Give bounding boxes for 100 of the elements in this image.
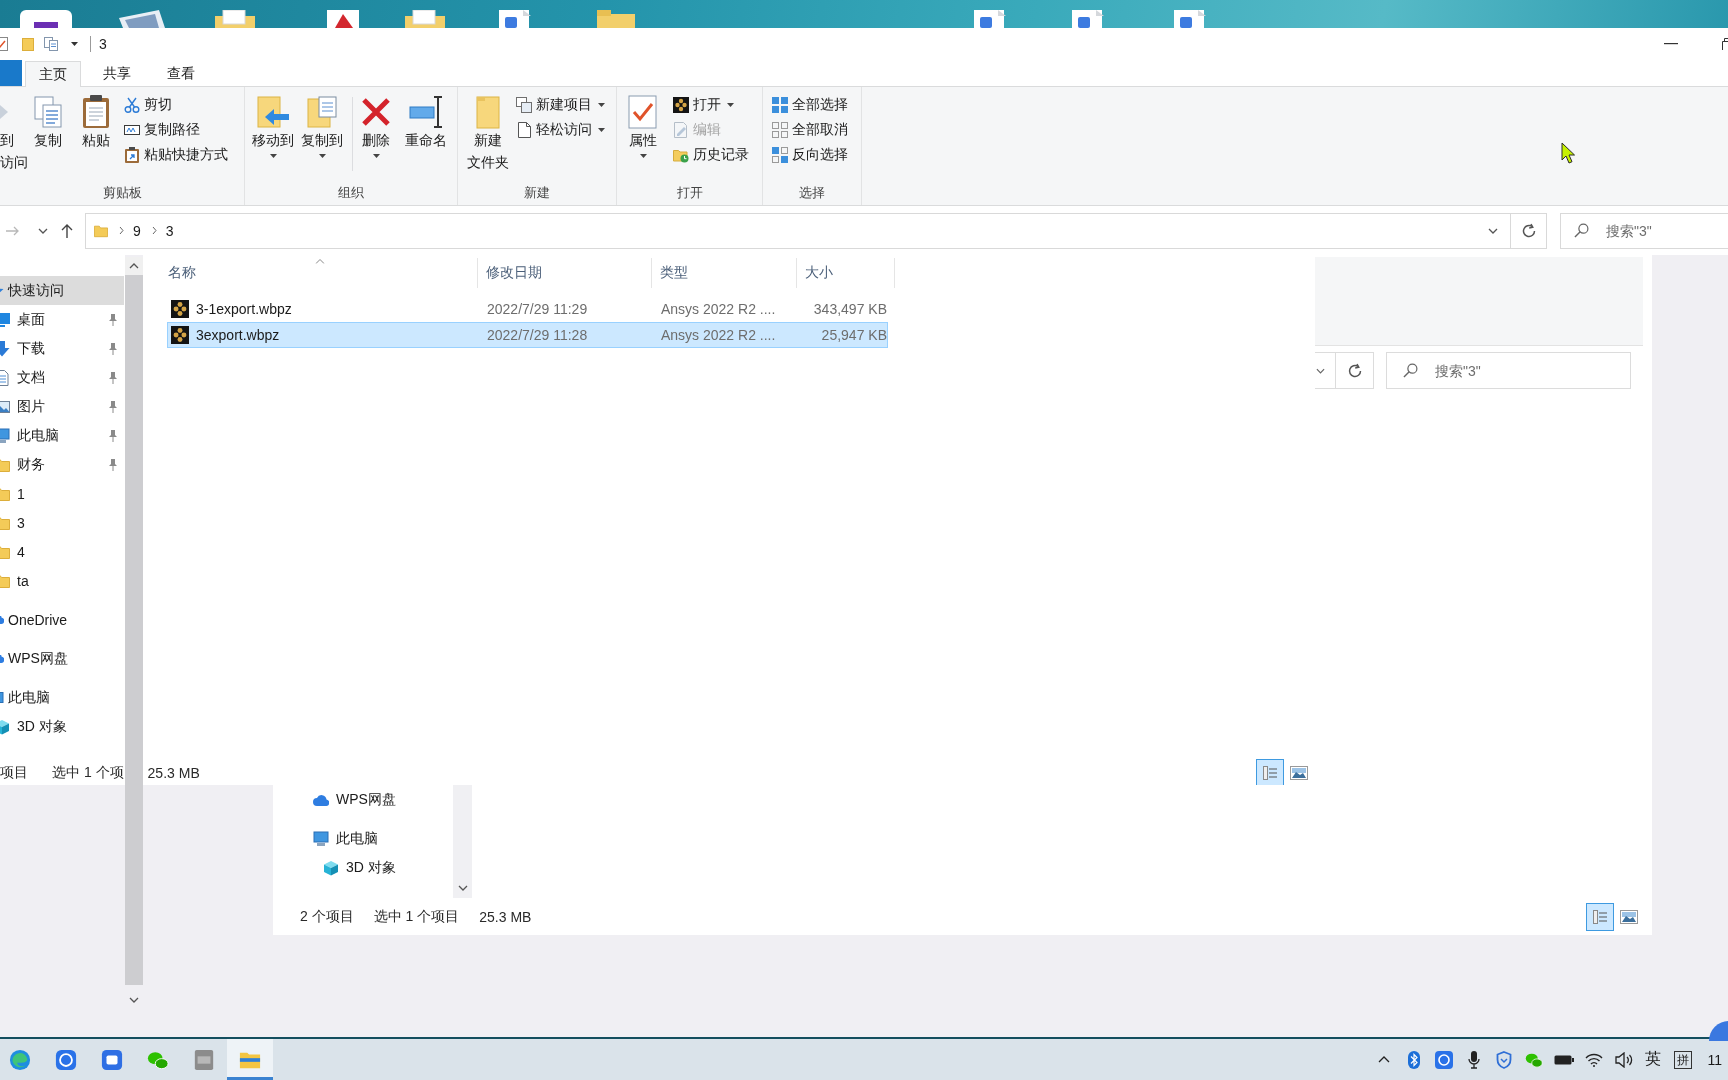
ribbon-button[interactable]: 全部取消 — [772, 117, 848, 142]
nav-item[interactable]: 快速访问 — [0, 276, 124, 305]
computer-icon — [0, 427, 10, 444]
nav-item[interactable]: WPS网盘 — [0, 644, 124, 673]
ribbon-tab[interactable]: 主页 — [25, 61, 81, 87]
search-field[interactable]: 搜索"3" — [1560, 212, 1728, 249]
document-check-icon[interactable] — [0, 37, 8, 51]
chevron-down-icon[interactable] — [457, 885, 468, 891]
folder-document-icon — [307, 96, 337, 128]
nav-item[interactable]: 此电脑 — [273, 824, 453, 853]
documents-icon — [34, 96, 62, 128]
nav-item[interactable]: OneDrive — [0, 605, 124, 634]
nav-item[interactable]: ta — [0, 566, 124, 595]
refresh-button[interactable] — [1336, 352, 1374, 389]
nav-item[interactable]: 3 — [0, 508, 124, 537]
document-icon[interactable] — [1070, 10, 1106, 28]
ribbon-button[interactable]: 新建项目 — [516, 92, 605, 117]
battery-icon[interactable] — [1554, 1054, 1575, 1065]
nav-item[interactable]: 财务 — [0, 450, 124, 479]
nav-item[interactable]: 此电脑 — [0, 683, 124, 712]
shield-icon[interactable] — [1496, 1050, 1513, 1069]
app-tile-icon[interactable] — [20, 10, 72, 28]
column-header[interactable]: 名称 — [163, 258, 478, 288]
column-header[interactable]: 大小 — [797, 258, 895, 288]
breadcrumb[interactable]: 3 — [165, 222, 174, 239]
document-icon[interactable] — [1172, 10, 1208, 28]
document-icon[interactable] — [325, 10, 361, 28]
ribbon-button[interactable]: 重命名 — [403, 87, 449, 153]
chevron-down-icon[interactable] — [38, 227, 48, 234]
document-icon[interactable] — [972, 10, 1008, 28]
ribbon-button[interactable]: 删除 — [356, 87, 396, 160]
chevron-right-icon[interactable] — [119, 226, 124, 235]
file-row[interactable]: 3-1export.wbpz 2022/7/29 11:29 Ansys 2022 R2 .... 343,497 KB — [167, 296, 888, 322]
chevron-right-icon[interactable] — [151, 226, 157, 235]
speaker-icon[interactable] — [1615, 1051, 1634, 1068]
ribbon-button[interactable]: 打开 — [673, 92, 749, 117]
microphone-icon[interactable] — [1468, 1050, 1481, 1069]
ribbon-button[interactable]: 粘贴 — [76, 87, 116, 153]
minimize-icon[interactable] — [1664, 43, 1678, 45]
documents-icon[interactable] — [44, 37, 58, 51]
address-field[interactable]: 9 3 — [85, 212, 1511, 249]
taskbar-button[interactable] — [227, 1039, 273, 1080]
ribbon-button[interactable]: 轻松访问 — [516, 117, 605, 142]
up-arrow-icon[interactable] — [61, 223, 73, 238]
nav-item[interactable]: 文档 — [0, 363, 124, 392]
nav-item[interactable]: 3D 对象 — [0, 712, 124, 741]
file-row[interactable]: 3export.wbpz 2022/7/29 11:28 Ansys 2022 R2 .... 25,947 KB — [167, 322, 888, 348]
ribbon-button[interactable]: 移动到 — [250, 87, 296, 160]
partial-cloud-icon — [0, 654, 4, 663]
nav-item[interactable]: 桌面 — [0, 305, 124, 334]
nav-item[interactable]: 图片 — [0, 392, 124, 421]
refresh-button[interactable] — [1511, 212, 1547, 249]
ribbon-button[interactable]: 属性 — [623, 87, 663, 160]
nav-item[interactable]: 此电脑 — [0, 421, 124, 450]
ribbon-button[interactable]: 剪切 — [124, 92, 228, 117]
list-view-button[interactable] — [1256, 758, 1284, 787]
column-header[interactable]: 类型 — [652, 258, 797, 288]
ribbon-button[interactable]: 新建 文件夹 — [465, 87, 511, 175]
ribbon-tab[interactable]: 共享 — [89, 60, 145, 86]
pin-icon — [108, 458, 118, 471]
nav-item[interactable]: 下载 — [0, 334, 124, 363]
folder-icon[interactable] — [215, 10, 255, 28]
chevron-up-icon[interactable] — [1378, 1056, 1391, 1063]
column-header[interactable]: 修改日期 — [478, 258, 652, 288]
ribbon-button[interactable]: 全部选择 — [772, 92, 848, 117]
ribbon-tab[interactable]: 查看 — [153, 60, 209, 86]
folder-icon — [0, 572, 10, 589]
ribbon-button[interactable]: 到 访问 — [0, 87, 28, 175]
bluetooth-icon[interactable] — [1408, 1050, 1421, 1069]
list-view-button[interactable] — [1586, 902, 1614, 931]
restore-icon[interactable] — [1722, 38, 1728, 50]
nav-item[interactable]: 3D 对象 — [273, 853, 453, 882]
document-icon[interactable] — [497, 10, 533, 28]
nav-item[interactable]: 4 — [0, 537, 124, 566]
input-language-indicator[interactable]: 英 — [1645, 1049, 1662, 1070]
ribbon-button[interactable]: 复制路径 — [124, 117, 228, 142]
chevron-down-icon[interactable] — [129, 997, 139, 1003]
breadcrumb[interactable]: 9 — [133, 222, 141, 239]
search-icon — [1574, 222, 1589, 238]
nav-item[interactable]: WPS网盘 — [273, 785, 453, 814]
ribbon-button[interactable]: 复制到 — [299, 87, 345, 160]
chevron-down-icon[interactable] — [1316, 367, 1325, 374]
folder-icon[interactable] — [597, 10, 635, 28]
scrollbar-thumb[interactable] — [125, 275, 143, 985]
clock[interactable]: 11 — [1707, 1051, 1722, 1068]
ribbon-button[interactable]: 复制 — [28, 87, 68, 153]
search-field[interactable]: 搜索"3" — [1386, 352, 1631, 389]
ribbon-button[interactable]: 反向选择 — [772, 142, 848, 167]
caret-icon — [269, 154, 277, 158]
ime-mode-indicator[interactable]: 拼 — [1674, 1050, 1693, 1069]
caret-icon[interactable] — [71, 42, 78, 46]
chevron-down-icon[interactable] — [1488, 227, 1498, 234]
file-name: 3-1export.wbpz — [196, 301, 292, 317]
ribbon-button[interactable]: 历史记录 — [673, 142, 749, 167]
ring-app-icon[interactable] — [1435, 1050, 1454, 1069]
nav-item[interactable]: 1 — [0, 479, 124, 508]
folder-icon[interactable] — [405, 10, 445, 28]
ribbon-button[interactable]: 粘贴快捷方式 — [124, 142, 228, 167]
wifi-icon[interactable] — [1585, 1052, 1604, 1067]
address-field[interactable] — [1315, 352, 1336, 389]
